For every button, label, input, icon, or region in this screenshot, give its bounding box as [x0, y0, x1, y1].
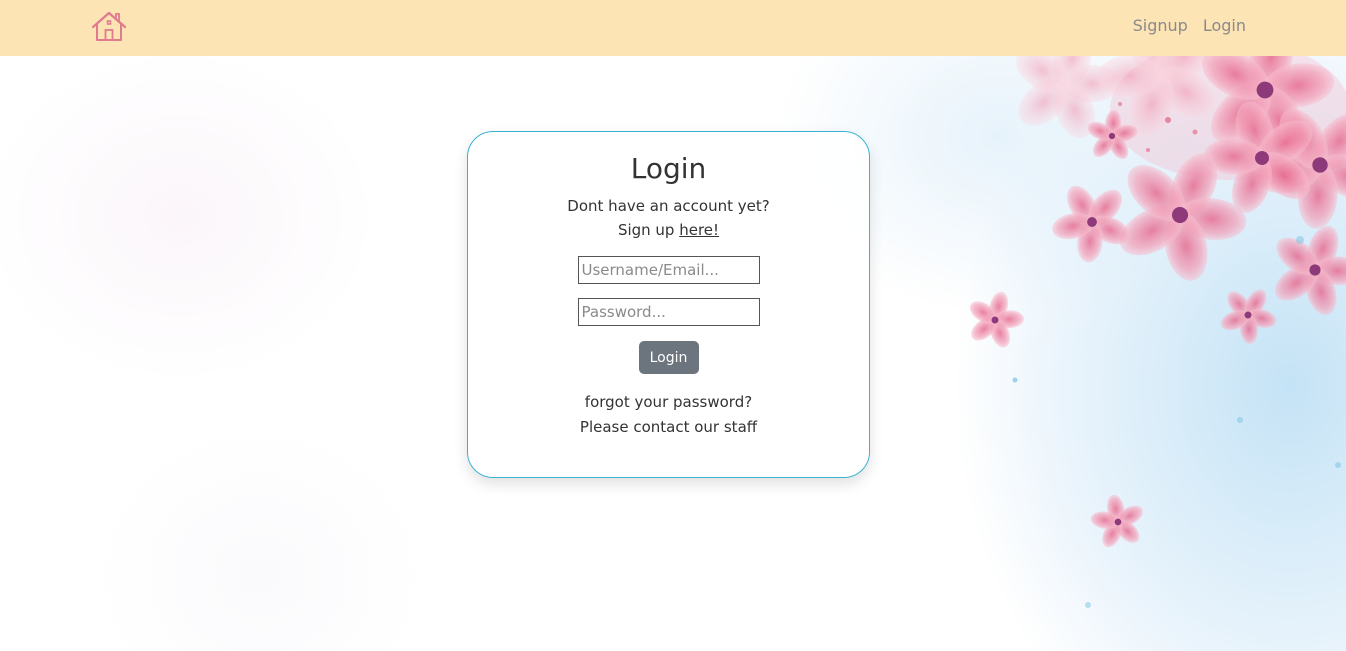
nav-signup-link[interactable]: Signup: [1133, 16, 1188, 35]
nav-links: Signup Login: [1133, 16, 1246, 35]
signup-here-link[interactable]: here!: [679, 221, 719, 239]
navbar: Signup Login: [0, 0, 1346, 56]
house-icon: [91, 11, 127, 41]
signup-prompt-prefix: Sign up: [617, 221, 675, 239]
login-title: Login: [630, 152, 707, 185]
signup-prompt-line2: Sign up here!: [468, 218, 869, 242]
home-link[interactable]: [90, 9, 128, 45]
page: Signup Login Login Dont have an account …: [0, 0, 1346, 651]
login-submit-button[interactable]: Login: [638, 341, 699, 374]
nav-login-link[interactable]: Login: [1203, 16, 1246, 35]
login-card: Login Dont have an account yet? Sign up …: [467, 131, 870, 478]
forgot-password-text: forgot your password?: [584, 393, 753, 411]
signup-prompt: Dont have an account yet? Sign up here!: [468, 194, 869, 242]
password-input[interactable]: [577, 298, 760, 326]
signup-prompt-line1: Dont have an account yet?: [567, 197, 770, 215]
username-email-input[interactable]: [577, 256, 760, 284]
forgot-password-help: forgot your password? Please contact our…: [468, 390, 869, 440]
contact-staff-text: Please contact our staff: [579, 418, 758, 436]
